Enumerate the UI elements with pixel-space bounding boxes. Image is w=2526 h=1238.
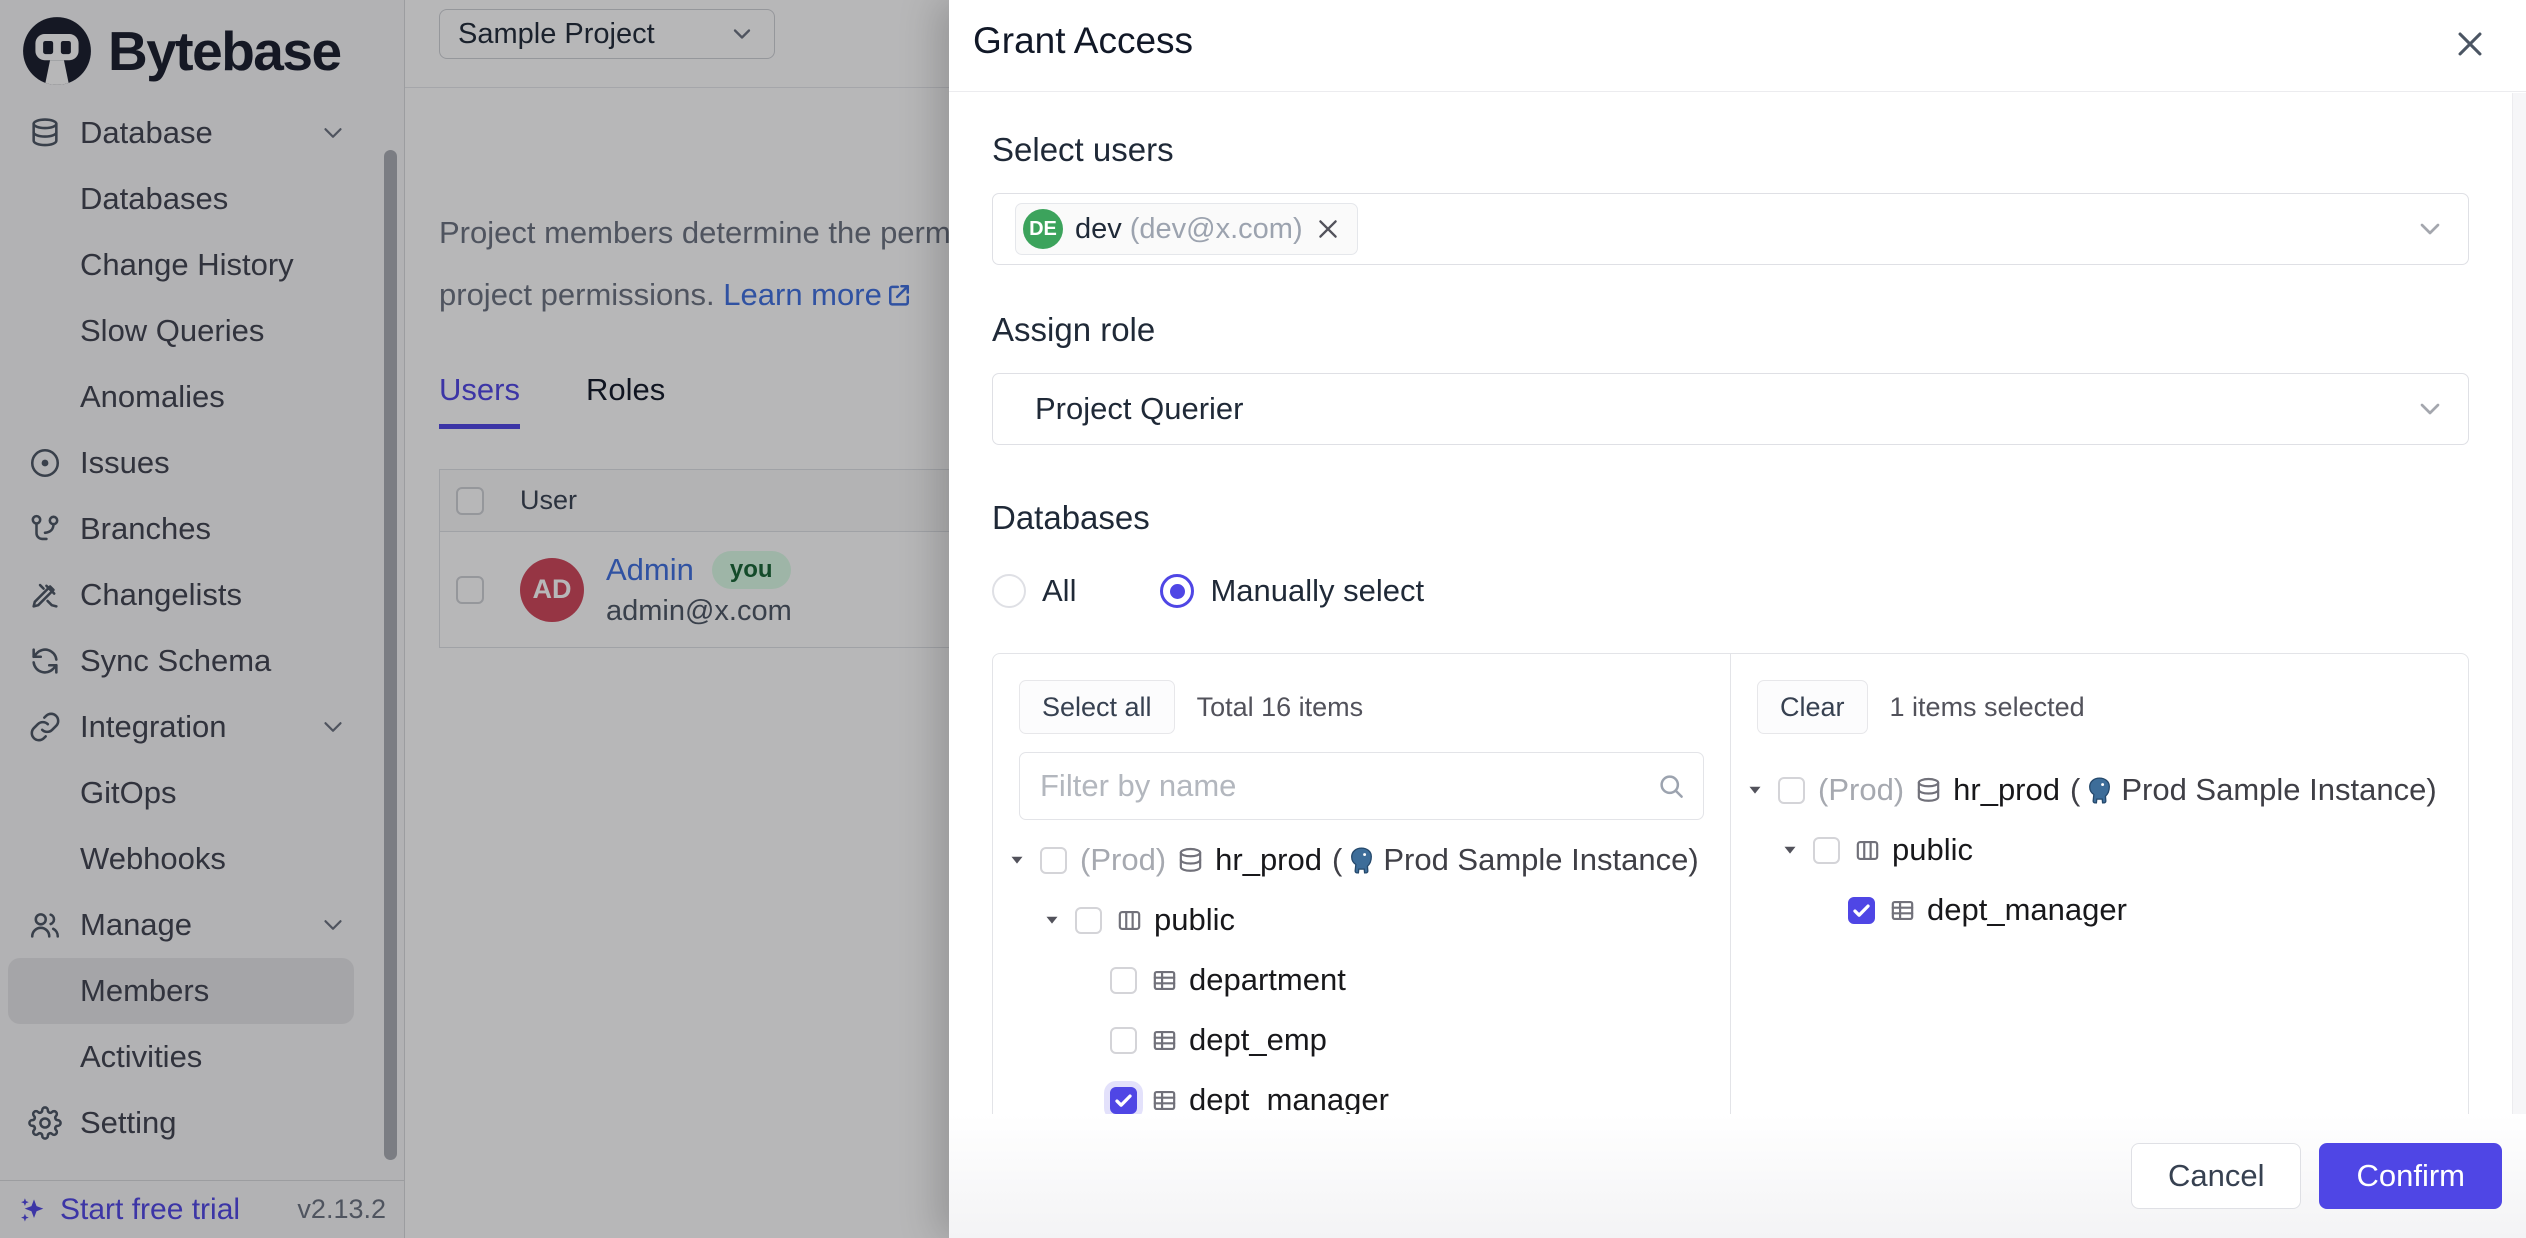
target-tree: (Prod) hr_prod ( Prod Sample Instance) publi… [1731, 760, 2468, 940]
tree-node-public: public [1744, 820, 2468, 880]
target-pane-header: Clear 1 items selected [1731, 654, 2468, 734]
tag-user-name: dev [1075, 213, 1122, 246]
table-name: department [1189, 962, 1346, 998]
select-users-label: Select users [992, 131, 2469, 169]
transfer-target-pane: Clear 1 items selected (Prod)hr_prod(Pro… [1731, 654, 2468, 1114]
table-name: dept_emp [1189, 1022, 1327, 1058]
instance-paren: ( [1332, 842, 1342, 878]
checkbox-hr-prod[interactable] [1778, 777, 1805, 804]
table-icon [1888, 896, 1917, 925]
tree-node-public: public [1006, 890, 1730, 950]
radio-all[interactable]: All [992, 573, 1076, 609]
selected-count-label: 1 items selected [1890, 692, 2085, 723]
search-icon [1656, 771, 1686, 801]
database-icon [1176, 846, 1205, 875]
select-all-button[interactable]: Select all [1019, 680, 1175, 734]
instance-name: Prod Sample Instance) [2121, 772, 2436, 808]
tree-node-hr-prod: (Prod) hr_prod ( Prod Sample Instance) [1006, 830, 1730, 890]
assign-role-select[interactable]: Project Querier [992, 373, 2469, 445]
environment-label: (Prod) [1080, 842, 1166, 878]
total-items-label: Total 16 items [1197, 692, 1364, 723]
checkbox-department[interactable] [1110, 967, 1137, 994]
assign-role-value: Project Querier [1035, 391, 1243, 427]
radio-manually-select[interactable]: Manually select [1160, 573, 1424, 609]
caret-down-icon[interactable] [1744, 779, 1766, 801]
tag-user-email: (dev@x.com) [1130, 213, 1303, 246]
tree-node-dept-manager: dept_manager [1006, 1070, 1730, 1114]
filter-field [1019, 752, 1704, 820]
dialog-body: Select users DE dev (dev@x.com) Assign r… [949, 93, 2512, 1114]
radio-circle [992, 574, 1026, 608]
database-transfer: Select all Total 16 items (Prod)hr_prod(… [992, 653, 2469, 1114]
dialog-header: Grant Access [949, 0, 2526, 92]
environment-label: (Prod) [1818, 772, 1904, 808]
tree-node-department: department [1006, 950, 1730, 1010]
table-icon [1150, 966, 1179, 995]
instance-paren: ( [2070, 772, 2080, 808]
remove-user-icon[interactable] [1315, 216, 1341, 242]
cancel-button[interactable]: Cancel [2131, 1143, 2302, 1209]
table-name: dept_manager [1189, 1082, 1389, 1114]
tree-node-hr-prod: (Prod) hr_prod ( Prod Sample Instance) [1744, 760, 2468, 820]
database-icon [1914, 776, 1943, 805]
close-icon[interactable] [2448, 22, 2492, 66]
chevron-down-icon [2414, 393, 2446, 425]
schema-name: public [1892, 832, 1973, 868]
radio-manually-select-label: Manually select [1210, 573, 1424, 609]
table-name: dept_manager [1927, 892, 2127, 928]
caret-down-icon[interactable] [1779, 839, 1801, 861]
radio-all-label: All [1042, 573, 1076, 609]
bytebase-app: Bytebase DatabaseDatabasesChange History… [0, 0, 2526, 1238]
database-name: hr_prod [1953, 772, 2060, 808]
schema-icon [1853, 836, 1882, 865]
database-name: hr_prod [1215, 842, 1322, 878]
dialog-scrollbar[interactable] [2512, 93, 2526, 1238]
avatar: DE [1023, 209, 1063, 249]
clear-button[interactable]: Clear [1757, 680, 1868, 734]
databases-label: Databases [992, 499, 2469, 537]
dialog-title: Grant Access [973, 20, 1193, 62]
checkbox-checked-dept-manager[interactable] [1110, 1087, 1137, 1114]
assign-role-label: Assign role [992, 311, 2469, 349]
table-icon [1150, 1086, 1179, 1115]
postgresql-icon [1346, 845, 1377, 876]
instance-name: Prod Sample Instance) [1383, 842, 1698, 878]
radio-circle-selected [1160, 574, 1194, 608]
dialog-footer: Cancel Confirm [949, 1114, 2526, 1238]
selected-user-tag: DE dev (dev@x.com) [1015, 203, 1358, 255]
checkbox-hr-prod[interactable] [1040, 847, 1067, 874]
source-tree: (Prod) hr_prod ( Prod Sample Instance) publi… [993, 830, 1730, 1114]
grant-access-dialog: Grant Access Select users DE dev (dev@x.… [949, 0, 2526, 1238]
source-pane-header: Select all Total 16 items [993, 654, 1730, 734]
caret-down-icon[interactable] [1006, 849, 1028, 871]
schema-name: public [1154, 902, 1235, 938]
chevron-down-icon [2414, 213, 2446, 245]
select-users-input[interactable]: DE dev (dev@x.com) [992, 193, 2469, 265]
database-scope-radios: All Manually select [992, 573, 2469, 609]
checkbox-checked-dept-manager[interactable] [1848, 897, 1875, 924]
filter-by-name-input[interactable] [1019, 752, 1704, 820]
postgresql-icon [2084, 775, 2115, 806]
checkbox-dept-emp[interactable] [1110, 1027, 1137, 1054]
transfer-source-pane: Select all Total 16 items (Prod)hr_prod(… [993, 654, 1731, 1114]
checkbox-public[interactable] [1813, 837, 1840, 864]
schema-icon [1115, 906, 1144, 935]
table-icon [1150, 1026, 1179, 1055]
caret-down-icon[interactable] [1041, 909, 1063, 931]
tree-node-dept-manager: dept_manager [1744, 880, 2468, 940]
checkbox-public[interactable] [1075, 907, 1102, 934]
tree-node-dept-emp: dept_emp [1006, 1010, 1730, 1070]
confirm-button[interactable]: Confirm [2319, 1143, 2502, 1209]
